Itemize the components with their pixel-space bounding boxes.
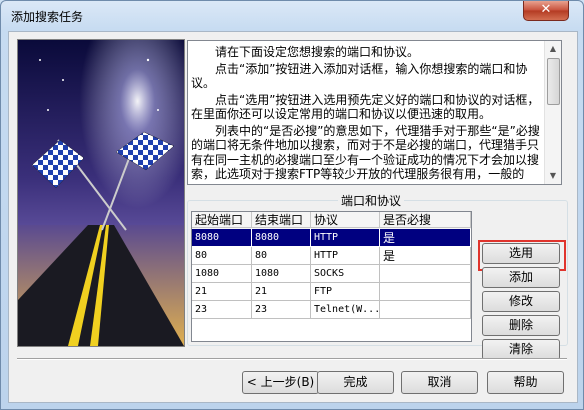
help-button[interactable]: 帮助: [487, 371, 564, 394]
clear-button[interactable]: 清除: [482, 339, 560, 360]
back-button[interactable]: < 上一步(B): [242, 371, 319, 394]
table-row[interactable]: 8080 8080 HTTP 是: [192, 229, 471, 247]
description-paragraph: 点击“添加”按钮进入添加对话框，输入你想搜索的端口和协议。: [191, 61, 528, 91]
column-header-protocol[interactable]: 协议: [311, 212, 380, 228]
cell-end-port: 80: [252, 247, 311, 265]
cell-required: [380, 301, 471, 319]
cell-start-port: 23: [192, 301, 252, 319]
description-textbox[interactable]: 请在下面设定您想搜索的端口和协议。 点击“添加”按钮进入添加对话框，输入你想搜索…: [187, 40, 562, 185]
table-row[interactable]: 1080 1080 SOCKS: [192, 265, 471, 283]
dialog-window: 添加搜索任务 ✕ 请在下面设定您想搜索的端口和协议。 点击“添加”按钮进入添加对…: [0, 0, 584, 410]
cell-required: 是: [380, 247, 471, 265]
table-row[interactable]: 80 80 HTTP 是: [192, 247, 471, 265]
group-title: 端口和协议: [338, 192, 405, 209]
description-scrollbar[interactable]: ▲ ▼: [544, 41, 561, 184]
finish-button[interactable]: 完成: [317, 371, 394, 394]
scroll-down-arrow-icon[interactable]: ▼: [545, 168, 561, 184]
cell-end-port: 8080: [252, 229, 311, 247]
ports-protocols-group: 端口和协议 起始端口 结束端口 协议 是否必搜 8080 8080 HTTP 是…: [187, 192, 568, 360]
dialog-client-area: 请在下面设定您想搜索的端口和协议。 点击“添加”按钮进入添加对话框，输入你想搜索…: [8, 31, 578, 403]
cell-required: [380, 265, 471, 283]
cell-protocol: HTTP: [311, 229, 380, 247]
description-paragraph: 列表中的“是否必搜”的意思如下，代理猎手对于那些“是”必搜的端口将无条件地加以搜…: [191, 123, 540, 182]
scroll-thumb[interactable]: [547, 58, 560, 105]
button-separator: [17, 358, 567, 360]
cell-start-port: 80: [192, 247, 252, 265]
column-header-required[interactable]: 是否必搜: [380, 212, 471, 228]
description-text: 请在下面设定您想搜索的端口和协议。 点击“添加”按钮进入添加对话框，输入你想搜索…: [191, 45, 543, 184]
cell-protocol: Telnet(W...: [311, 301, 380, 319]
select-button[interactable]: 选用: [482, 243, 560, 264]
cell-required: 是: [380, 229, 471, 247]
cell-end-port: 1080: [252, 265, 311, 283]
column-header-start-port[interactable]: 起始端口: [192, 212, 252, 228]
cell-start-port: 1080: [192, 265, 252, 283]
column-header-end-port[interactable]: 结束端口: [252, 212, 311, 228]
flags-road-image: [18, 40, 184, 346]
cancel-button[interactable]: 取消: [401, 371, 478, 394]
window-title: 添加搜索任务: [11, 10, 84, 24]
add-button[interactable]: 添加: [482, 267, 560, 288]
description-paragraph: 点击“选用”按钮进入选用预先定义好的端口和协议的对话框，在里面你还可以设定常用的…: [191, 92, 540, 122]
title-bar[interactable]: 添加搜索任务 ✕: [1, 1, 583, 31]
cell-end-port: 21: [252, 283, 311, 301]
scroll-up-arrow-icon[interactable]: ▲: [545, 41, 561, 57]
ports-table[interactable]: 起始端口 结束端口 协议 是否必搜 8080 8080 HTTP 是 80 80…: [191, 211, 472, 342]
delete-button[interactable]: 删除: [482, 315, 560, 336]
table-row[interactable]: 21 21 FTP: [192, 283, 471, 301]
close-button[interactable]: ✕: [523, 1, 569, 21]
cell-protocol: HTTP: [311, 247, 380, 265]
cell-start-port: 8080: [192, 229, 252, 247]
table-header: 起始端口 结束端口 协议 是否必搜: [192, 212, 471, 229]
wizard-illustration: [17, 39, 185, 347]
modify-button[interactable]: 修改: [482, 291, 560, 312]
table-row[interactable]: 23 23 Telnet(W...: [192, 301, 471, 319]
cell-start-port: 21: [192, 283, 252, 301]
cell-required: [380, 283, 471, 301]
cell-protocol: SOCKS: [311, 265, 380, 283]
description-paragraph: 请在下面设定您想搜索的端口和协议。: [215, 45, 420, 59]
cell-end-port: 23: [252, 301, 311, 319]
cell-protocol: FTP: [311, 283, 380, 301]
